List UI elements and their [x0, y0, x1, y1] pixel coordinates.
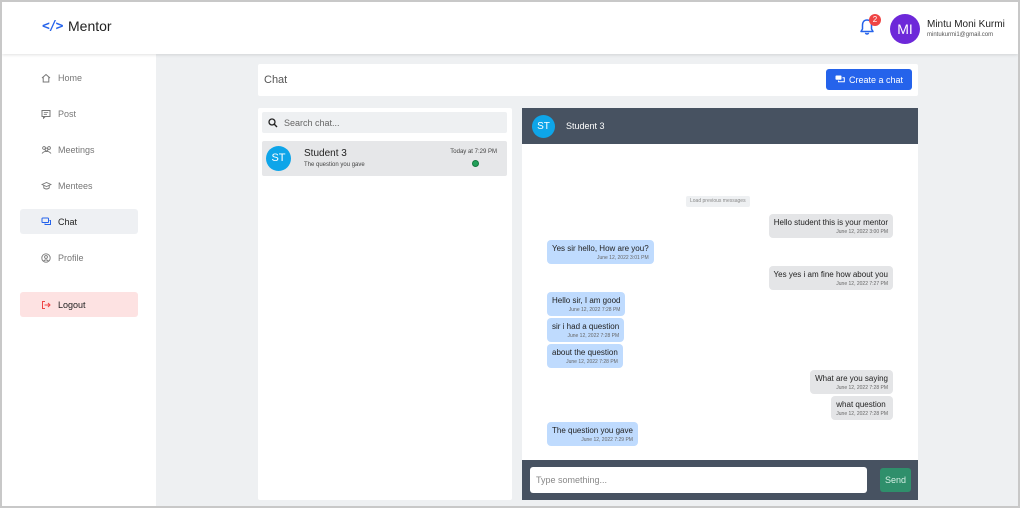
sidebar-item-profile[interactable]: Profile — [20, 245, 138, 270]
brand[interactable]: </> Mentor — [42, 18, 112, 34]
sidebar-item-post[interactable]: Post — [20, 101, 138, 126]
mentees-icon — [40, 180, 52, 192]
sidebar-item-mentees[interactable]: Mentees — [20, 173, 138, 198]
message-bubble: sir i had a question June 12, 2022 7:28 … — [547, 318, 625, 342]
chat-list-item[interactable]: ST Student 3 The question you gave Today… — [262, 141, 507, 176]
sidebar-item-label: Meetings — [58, 144, 95, 155]
sidebar-item-label: Post — [58, 108, 77, 119]
load-previous-messages-button[interactable]: Load previous messages — [686, 196, 750, 207]
logout-icon — [40, 299, 52, 311]
conversation-panel: ST Student 3 Load previous messages Hell… — [522, 108, 918, 500]
sidebar-item-label: Profile — [58, 252, 84, 263]
chat-icon — [40, 216, 52, 228]
send-button[interactable]: Send — [880, 468, 911, 492]
message-bubble: Hello student this is your mentor June 1… — [768, 214, 893, 238]
message-time: June 12, 2022 3:01 PM — [596, 255, 649, 261]
message-text: what question — [836, 400, 886, 409]
message-text: sir i had a question — [552, 322, 620, 331]
notification-badge: 2 — [869, 14, 881, 26]
page-title: Chat — [264, 74, 288, 86]
main-content: Chat Create a chat ST Student 3 The ques… — [156, 54, 1018, 506]
sidebar: Home Post Meetings Mentees Chat Profile … — [2, 54, 156, 506]
search-box[interactable] — [262, 112, 507, 133]
message-time: June 12, 2022 7:27 PM — [836, 281, 888, 287]
contact-name: Student 3 — [304, 148, 347, 159]
sidebar-item-home[interactable]: Home — [20, 65, 138, 90]
chat-list-panel: ST Student 3 The question you gave Today… — [258, 108, 512, 500]
app-frame: </> Mentor 2 MI Mintu Moni Kurmi mintuku… — [0, 0, 1020, 508]
message-text: Yes sir hello, How are you? — [552, 244, 649, 253]
message-bubble: Yes yes i am fine how about you June 12,… — [768, 266, 893, 290]
message-bubble: Hello sir, I am good June 12, 2022 7:28 … — [547, 292, 626, 316]
sidebar-item-meetings[interactable]: Meetings — [20, 137, 138, 162]
search-icon — [268, 117, 278, 127]
brand-name: Mentor — [68, 18, 112, 34]
message-bubble: what question June 12, 2022 7:28 PM — [831, 396, 893, 420]
post-icon — [40, 108, 52, 120]
meetings-icon — [40, 144, 52, 156]
page-topbar: Chat Create a chat — [258, 64, 918, 96]
message-composer: Send — [522, 460, 918, 500]
last-message-time: Today at 7:29 PM — [450, 149, 497, 155]
message-bubble: about the question June 12, 2022 7:28 PM — [547, 344, 623, 368]
sidebar-item-label: Chat — [58, 216, 78, 227]
search-input[interactable] — [284, 117, 494, 128]
logout-button[interactable]: Logout — [20, 292, 138, 317]
message-text: Hello student this is your mentor — [773, 218, 888, 227]
top-header: </> Mentor 2 MI Mintu Moni Kurmi mintuku… — [2, 2, 1018, 54]
message-input[interactable] — [530, 467, 867, 493]
message-text: What are you saying — [815, 374, 888, 383]
create-chat-label: Create a chat — [848, 74, 903, 85]
home-icon — [40, 72, 52, 84]
logout-label: Logout — [58, 299, 86, 310]
message-time: June 12, 2022 7:28 PM — [568, 307, 621, 313]
message-time: June 12, 2022 3:00 PM — [836, 229, 888, 235]
message-text: about the question — [552, 348, 618, 357]
message-bubble: The question you gave June 12, 2022 7:29… — [547, 422, 638, 446]
online-status-indicator — [472, 160, 479, 167]
message-time: June 12, 2022 7:28 PM — [836, 411, 888, 417]
message-time: June 12, 2022 7:28 PM — [567, 333, 620, 339]
last-message-preview: The question you gave — [304, 162, 365, 168]
conversation-header: ST Student 3 — [522, 108, 918, 144]
chat-bubbles-icon — [835, 75, 845, 84]
message-time: June 12, 2022 7:28 PM — [836, 385, 888, 391]
message-time: June 12, 2022 7:28 PM — [566, 359, 618, 365]
code-brackets-icon: </> — [42, 18, 63, 34]
sidebar-item-label: Mentees — [58, 180, 93, 191]
user-avatar[interactable]: MI — [890, 14, 920, 44]
message-bubble: What are you saying June 12, 2022 7:28 P… — [810, 370, 893, 394]
message-text: Hello sir, I am good — [552, 296, 621, 305]
message-text: The question you gave — [552, 426, 633, 435]
message-bubble: Yes sir hello, How are you? June 12, 202… — [547, 240, 654, 264]
conversation-name: Student 3 — [566, 121, 605, 131]
contact-avatar: ST — [266, 146, 291, 171]
user-email: mintukurmi1@gmail.com — [927, 32, 994, 38]
create-chat-button[interactable]: Create a chat — [825, 69, 912, 90]
profile-icon — [40, 252, 52, 264]
user-name: Mintu Moni Kurmi — [927, 19, 1005, 30]
conversation-avatar: ST — [532, 115, 555, 138]
message-text: Yes yes i am fine how about you — [773, 270, 888, 279]
sidebar-item-chat[interactable]: Chat — [20, 209, 138, 234]
sidebar-item-label: Home — [58, 72, 83, 83]
message-time: June 12, 2022 7:29 PM — [581, 437, 633, 443]
